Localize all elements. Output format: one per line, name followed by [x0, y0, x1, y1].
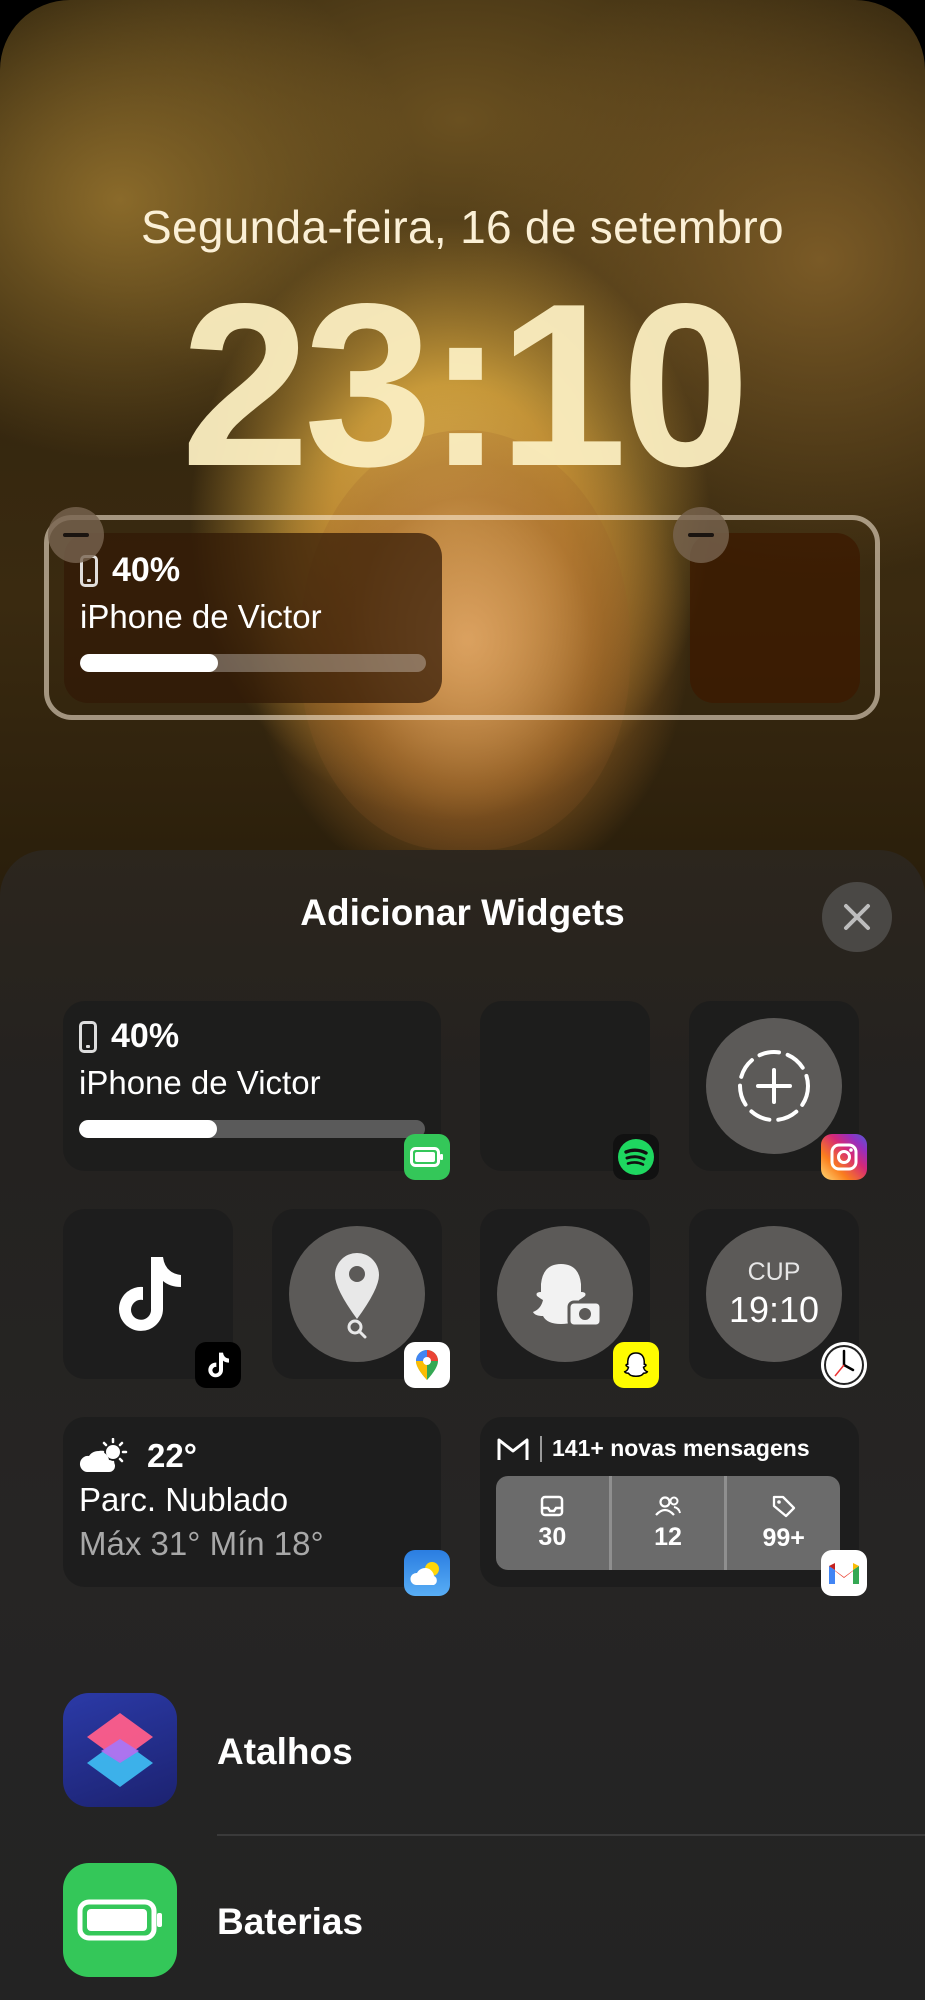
gmail-social-count[interactable]: 12: [608, 1476, 725, 1570]
people-icon: [655, 1495, 681, 1516]
app-list-label: Baterias: [217, 1901, 364, 1942]
snapchat-camera-icon: [533, 1264, 603, 1328]
gmail-inbox-count[interactable]: 30: [496, 1476, 609, 1570]
widget-weather[interactable]: 22° Parc. Nublado Máx 31° Mín 18°: [63, 1417, 441, 1587]
batteries-app-badge-icon: [404, 1134, 450, 1180]
lock-clock[interactable]: 23:10: [0, 270, 925, 502]
world-clock-face: CUP 19:10: [706, 1226, 842, 1362]
weather-range: Máx 31° Mín 18°: [79, 1525, 324, 1562]
spotify-icon: [613, 1134, 659, 1180]
snapchat-face: [497, 1226, 633, 1362]
battery-app-icon: [63, 1863, 177, 1977]
battery-level-fill: [79, 1120, 218, 1138]
battery-percent: 40%: [112, 551, 181, 589]
app-list-label: Atalhos: [217, 1731, 353, 1772]
clock-app-icon: [821, 1342, 867, 1388]
close-button[interactable]: [822, 882, 892, 952]
lock-date: Segunda-feira, 16 de setembro: [141, 201, 784, 253]
google-maps-icon: [404, 1342, 450, 1388]
gmail-new-messages: 141+ novas mensagens: [552, 1435, 810, 1461]
shortcuts-icon: [63, 1693, 177, 1807]
list-separator: [217, 1834, 925, 1836]
instagram-icon: [821, 1134, 867, 1180]
app-list-item-baterias[interactable]: Baterias: [0, 1863, 925, 1978]
phone-icon: [79, 1020, 97, 1053]
maps-face: [289, 1226, 425, 1362]
partly-cloudy-icon: [79, 1438, 128, 1472]
weather-app-icon: [404, 1550, 450, 1596]
close-icon: [844, 904, 870, 930]
add-widgets-sheet: Adicionar Widgets 40% iPhone de Victor C…: [0, 850, 925, 2000]
gmail-counts: 30 12 99+: [496, 1476, 840, 1570]
battery-device-name: iPhone de Victor: [79, 1064, 321, 1101]
inbox-icon: [541, 1495, 564, 1516]
header-divider: [540, 1435, 542, 1462]
tiktok-icon: [195, 1342, 241, 1388]
tag-icon: [772, 1495, 795, 1517]
remove-widget-button-2[interactable]: [673, 507, 729, 563]
location-pin-search-icon: [335, 1253, 379, 1339]
add-circle-face: [706, 1018, 842, 1154]
weather-condition: Parc. Nublado: [79, 1481, 289, 1518]
widget-battery[interactable]: 40% iPhone de Victor: [63, 1001, 441, 1171]
lock-battery-widget[interactable]: 40% iPhone de Victor: [64, 533, 442, 703]
battery-percent: 40%: [111, 1017, 180, 1055]
battery-device-name: iPhone de Victor: [80, 598, 322, 635]
gmail-outline-icon: [497, 1438, 529, 1460]
remove-widget-button[interactable]: [48, 507, 104, 563]
clock-time: 19:10: [728, 1288, 820, 1330]
battery-level-bar: [80, 654, 426, 672]
weather-temperature: 22°: [147, 1437, 197, 1474]
dashed-plus-circle-icon: [738, 1050, 810, 1122]
app-list-item-atalhos[interactable]: Atalhos: [0, 1693, 925, 1808]
tiktok-logo-icon: [119, 1257, 181, 1331]
clock-city: CUP: [747, 1257, 801, 1286]
sheet-title: Adicionar Widgets: [300, 892, 625, 933]
gmail-icon: [821, 1550, 867, 1596]
widget-gmail[interactable]: 141+ novas mensagens 30 12 99+: [480, 1417, 859, 1587]
battery-level-bar: [79, 1120, 425, 1138]
battery-level-fill: [80, 654, 219, 672]
snapchat-icon: [613, 1342, 659, 1388]
